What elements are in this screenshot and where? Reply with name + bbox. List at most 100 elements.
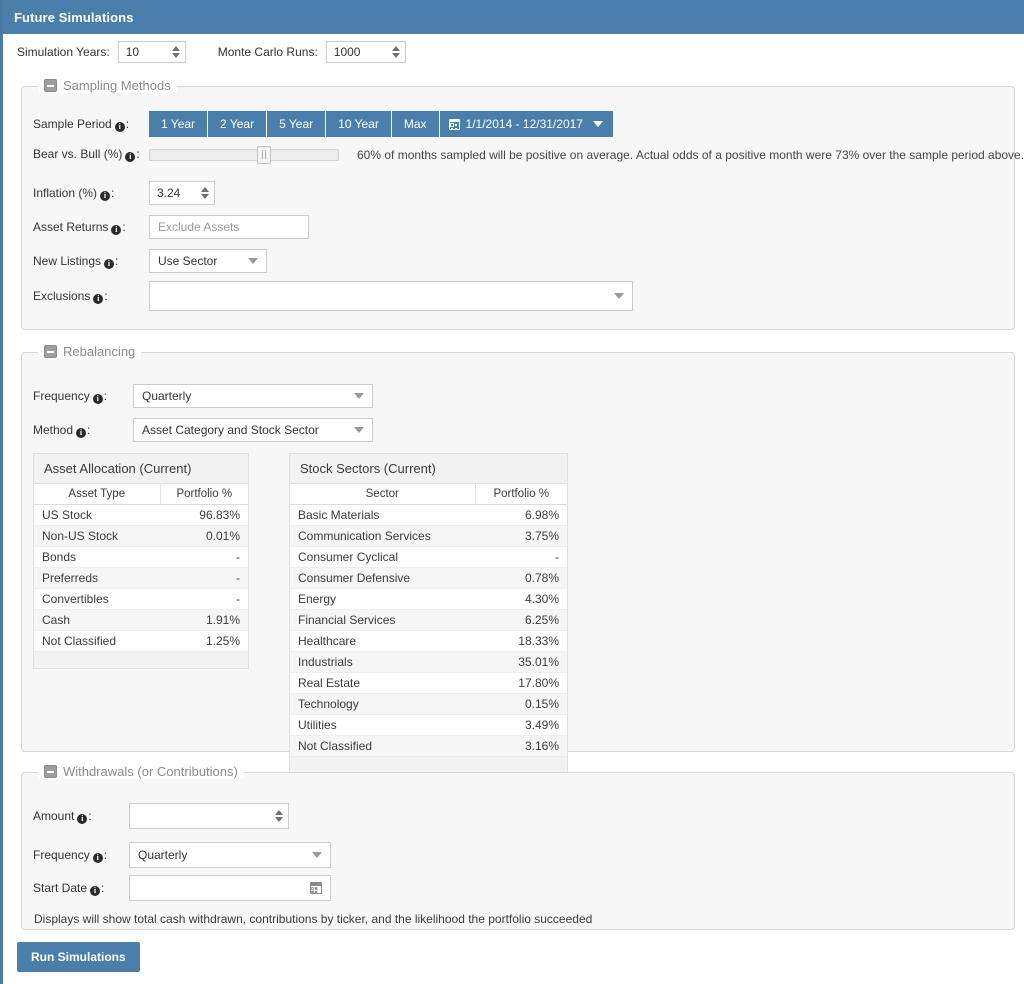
cell-name: Healthcare (290, 631, 475, 652)
table-row: Financial Services6.25% (290, 610, 567, 631)
stepper-arrows-icon[interactable] (392, 46, 400, 58)
cell-name: Basic Materials (290, 505, 475, 526)
chevron-down-icon (354, 393, 364, 399)
cell-percent: 17.80% (475, 673, 567, 694)
table-row: Non-US Stock0.01% (34, 526, 248, 547)
rebalancing-legend[interactable]: Rebalancing (38, 344, 141, 359)
cell-percent: - (160, 589, 248, 610)
cell-percent: 96.83% (160, 505, 248, 526)
stepper-arrows-icon[interactable] (172, 46, 180, 58)
calendar-icon[interactable] (310, 882, 322, 894)
stepper-arrows-icon[interactable] (201, 187, 209, 199)
table-row: Energy4.30% (290, 589, 567, 610)
stock-sectors-table: Stock Sectors (Current) Sector Portfolio… (289, 453, 568, 774)
sampling-methods-legend[interactable]: Sampling Methods (38, 78, 177, 93)
withdrawal-frequency-row: Frequencyi: Quarterly (33, 842, 331, 868)
rebalance-method-row: Methodi: Asset Category and Stock Sector (33, 418, 373, 442)
asset-returns-input[interactable]: Exclude Assets (149, 215, 309, 239)
period-button-10-year[interactable]: 10 Year (326, 111, 392, 137)
bear-bull-slider[interactable] (149, 149, 339, 161)
info-icon[interactable]: i (76, 428, 86, 438)
date-range-button[interactable]: 1/1/2014 - 12/31/2017 (440, 111, 613, 137)
withdrawal-amount-stepper[interactable] (129, 803, 289, 829)
period-button-max[interactable]: Max (392, 111, 440, 137)
cell-percent: 3.75% (475, 526, 567, 547)
cell-percent: 1.91% (160, 610, 248, 631)
table-row: Healthcare18.33% (290, 631, 567, 652)
cell-percent: 6.25% (475, 610, 567, 631)
footer-cell (290, 757, 475, 773)
cell-name: Real Estate (290, 673, 475, 694)
cell-percent: 18.33% (475, 631, 567, 652)
rebalance-frequency-label: Frequencyi: (33, 389, 133, 404)
info-icon[interactable]: i (93, 394, 103, 404)
chevron-down-icon (312, 852, 322, 858)
info-icon[interactable]: i (90, 886, 100, 896)
cell-name: Preferreds (34, 568, 160, 589)
withdrawals-legend[interactable]: Withdrawals (or Contributions) (38, 764, 244, 779)
table-row: Not Classified1.25% (34, 631, 248, 652)
withdrawal-start-date-row: Start Datei: (33, 875, 331, 901)
table-footer-row (290, 757, 567, 773)
collapse-minus-icon[interactable] (44, 345, 57, 358)
new-listings-select[interactable]: Use Sector (149, 249, 267, 273)
inflation-stepper[interactable]: 3.24 (149, 181, 215, 205)
info-icon[interactable]: i (125, 152, 135, 162)
bear-bull-row: Bear vs. Bull (%)i: 60% of months sample… (33, 147, 1024, 162)
rebalance-frequency-select[interactable]: Quarterly (133, 384, 373, 408)
stock-sectors-caption: Stock Sectors (Current) (290, 454, 567, 484)
col-portfolio-pct: Portfolio % (475, 484, 567, 505)
withdrawals-legend-text: Withdrawals (or Contributions) (63, 764, 238, 779)
sample-period-button-group[interactable]: 1 Year 2 Year 5 Year 10 Year Max 1/1/201… (149, 111, 613, 137)
info-icon[interactable]: i (100, 191, 110, 201)
info-icon[interactable]: i (93, 853, 103, 863)
simulation-years-label: Simulation Years: (17, 45, 110, 59)
info-icon[interactable]: i (104, 259, 114, 269)
period-button-1-year[interactable]: 1 Year (149, 111, 208, 137)
cell-name: Energy (290, 589, 475, 610)
period-button-5-year[interactable]: 5 Year (267, 111, 326, 137)
info-icon[interactable]: i (93, 294, 103, 304)
simulation-years-stepper[interactable]: 10 (118, 41, 186, 63)
footer-cell (160, 652, 248, 668)
withdrawal-frequency-select[interactable]: Quarterly (129, 842, 331, 868)
asset-returns-row: Asset Returnsi: Exclude Assets (33, 215, 309, 239)
info-icon[interactable]: i (77, 814, 87, 824)
collapse-minus-icon[interactable] (44, 765, 57, 778)
info-icon[interactable]: i (115, 122, 125, 132)
cell-name: Consumer Cyclical (290, 547, 475, 568)
monte-carlo-runs-stepper[interactable]: 1000 (326, 41, 406, 63)
slider-handle[interactable] (257, 146, 271, 164)
chevron-down-icon (248, 258, 258, 264)
table-row: Preferreds- (34, 568, 248, 589)
table-footer-row (34, 652, 248, 668)
cell-percent: 0.01% (160, 526, 248, 547)
inflation-row: Inflation (%)i: 3.24 (33, 181, 215, 205)
stepper-arrows-icon[interactable] (275, 810, 283, 822)
table-row: US Stock96.83% (34, 505, 248, 526)
asset-returns-label: Asset Returnsi: (33, 220, 149, 235)
sample-period-label: Sample Periodi: (33, 117, 149, 132)
cell-name: US Stock (34, 505, 160, 526)
chevron-down-icon (593, 121, 603, 127)
rebalance-method-value: Asset Category and Stock Sector (142, 423, 319, 437)
withdrawals-note: Displays will show total cash withdrawn,… (34, 912, 592, 926)
exclusions-row: Exclusionsi: (33, 281, 633, 311)
bear-bull-label: Bear vs. Bull (%)i: (33, 147, 149, 162)
exclusions-select[interactable] (149, 281, 633, 311)
window-titlebar: Future Simulations (3, 0, 1024, 34)
rebalancing-legend-text: Rebalancing (63, 344, 135, 359)
cell-percent: 6.98% (475, 505, 567, 526)
table-row: Cash1.91% (34, 610, 248, 631)
collapse-minus-icon[interactable] (44, 79, 57, 92)
run-simulations-button[interactable]: Run Simulations (17, 942, 140, 972)
period-button-2-year[interactable]: 2 Year (208, 111, 267, 137)
rebalance-method-select[interactable]: Asset Category and Stock Sector (133, 418, 373, 442)
cell-name: Industrials (290, 652, 475, 673)
rebalance-method-label: Methodi: (33, 423, 133, 438)
withdrawal-start-date-input[interactable] (129, 875, 331, 901)
info-icon[interactable]: i (111, 225, 121, 235)
withdrawal-start-date-label: Start Datei: (33, 881, 129, 896)
table-row: Basic Materials6.98% (290, 505, 567, 526)
asset-allocation-caption: Asset Allocation (Current) (34, 454, 248, 484)
